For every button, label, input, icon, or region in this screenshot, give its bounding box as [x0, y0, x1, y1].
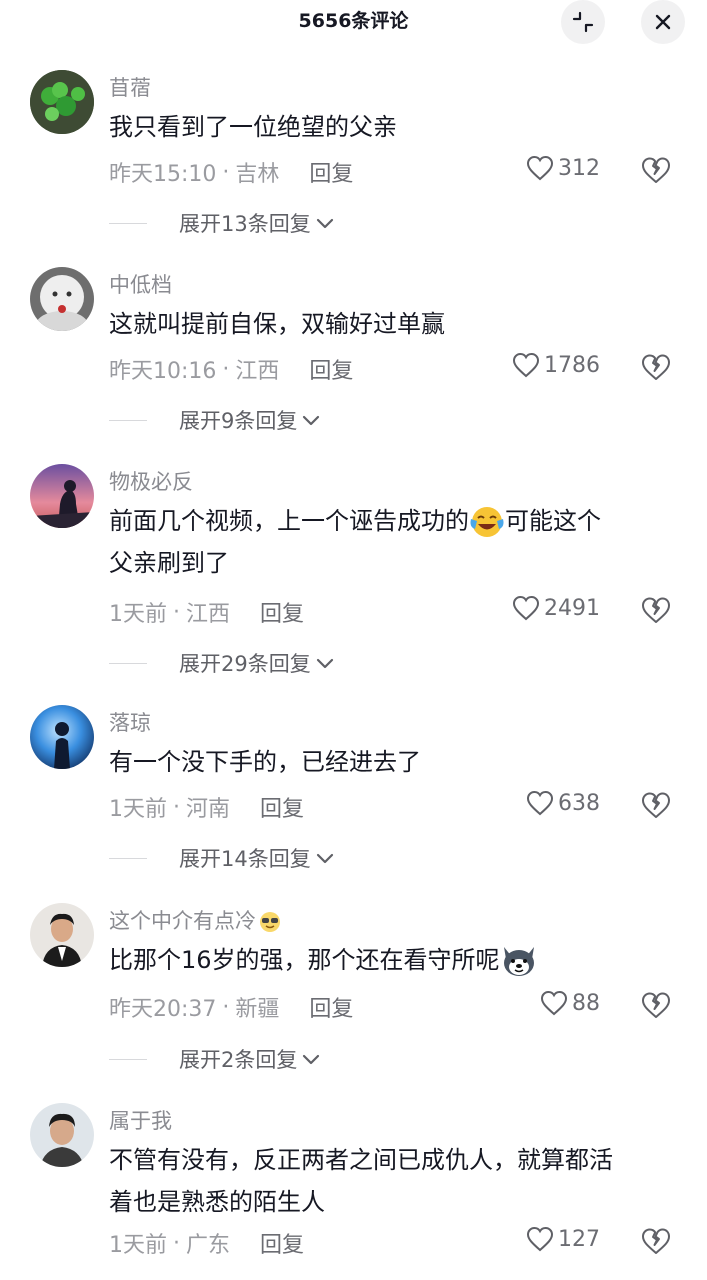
- heart-icon: [512, 595, 540, 621]
- heart-icon: [526, 1226, 554, 1252]
- avatar[interactable]: [30, 267, 94, 331]
- comments-header: 5656条评论: [0, 0, 707, 44]
- close-icon: [655, 14, 671, 30]
- username[interactable]: 物极必反: [109, 466, 193, 496]
- reply-button[interactable]: 回复: [309, 991, 353, 1023]
- like-button[interactable]: 2491: [512, 595, 600, 621]
- crying-laughing-emoji: [470, 507, 504, 537]
- collapse-button[interactable]: [561, 0, 605, 44]
- comment-text: 这就叫提前自保，双输好过单赢: [109, 310, 445, 338]
- comment-meta: 昨天15:10 · 吉林 回复: [109, 156, 353, 188]
- broken-heart-icon[interactable]: [641, 1226, 671, 1256]
- comment-meta: 1天前 · 河南 回复: [109, 791, 304, 823]
- comment-text: 不管有没有，反正两者之间已成仇人，就算都活 着也是熟悉的陌生人: [109, 1146, 613, 1216]
- avatar[interactable]: [30, 705, 94, 769]
- like-count: 2491: [544, 595, 600, 621]
- broken-heart-icon[interactable]: [641, 790, 671, 820]
- heart-icon: [540, 990, 568, 1016]
- comment-time: 1天前: [109, 797, 167, 822]
- heart-icon: [526, 155, 554, 181]
- comment-meta: 昨天20:37 · 新疆 回复: [109, 991, 353, 1023]
- comment-text: 比那个16岁的强，那个还在看守所呢: [109, 939, 689, 981]
- husky-dog-emoji: [503, 947, 534, 976]
- chevron-down-icon: [303, 1054, 320, 1065]
- username[interactable]: 中低档: [109, 269, 172, 299]
- like-count: 1786: [544, 352, 600, 378]
- comment-time: 1天前: [109, 602, 167, 627]
- comment-location: 广东: [186, 1233, 231, 1258]
- like-count: 127: [558, 1226, 600, 1252]
- comment-item: 物极必反 前面几个视频，上一个诬告成功的 可能这个 父亲刷到了 1天前 · 江西 …: [0, 464, 707, 676]
- like-button[interactable]: 1786: [512, 352, 600, 378]
- expand-replies-button[interactable]: 展开29条回复: [109, 648, 335, 678]
- reply-button[interactable]: 回复: [309, 353, 353, 385]
- comment-location: 江西: [235, 359, 280, 384]
- heart-icon: [526, 790, 554, 816]
- chevron-down-icon: [316, 218, 333, 229]
- reply-button[interactable]: 回复: [309, 156, 353, 188]
- broken-heart-icon[interactable]: [641, 155, 671, 185]
- broken-heart-icon[interactable]: [641, 352, 671, 382]
- comment-meta: 1天前 · 江西 回复: [109, 596, 304, 628]
- comment-location: 江西: [186, 602, 231, 627]
- comment-location: 吉林: [235, 162, 280, 187]
- avatar[interactable]: [30, 903, 94, 967]
- heart-icon: [512, 352, 540, 378]
- cool-sunglasses-emoji: [260, 912, 280, 932]
- comment-item: 这个中介有点冷 比那个16岁的强，那个还在看守所呢 昨天20:37 · 新疆 回…: [0, 903, 707, 1073]
- comment-item: 中低档 这就叫提前自保，双输好过单赢 昨天10:16 · 江西 回复 1786 …: [0, 267, 707, 437]
- expand-replies-label: 展开14条回复: [179, 847, 311, 871]
- broken-heart-icon[interactable]: [641, 990, 671, 1020]
- like-count: 312: [558, 155, 600, 181]
- comment-text: 有一个没下手的，已经进去了: [109, 748, 421, 776]
- username[interactable]: 属于我: [109, 1105, 172, 1135]
- expand-replies-label: 展开9条回复: [179, 409, 298, 433]
- comment-time: 昨天10:16: [109, 359, 217, 384]
- comment-meta: 昨天10:16 · 江西 回复: [109, 353, 353, 385]
- comment-time: 昨天15:10: [109, 162, 217, 187]
- comment-location: 新疆: [235, 997, 280, 1022]
- expand-replies-button[interactable]: 展开14条回复: [109, 843, 335, 873]
- comment-meta: 1天前 · 广东 回复: [109, 1227, 304, 1259]
- expand-replies-label: 展开2条回复: [179, 1048, 298, 1072]
- like-button[interactable]: 88: [540, 990, 600, 1016]
- avatar[interactable]: [30, 464, 94, 528]
- like-count: 638: [558, 790, 600, 816]
- reply-button[interactable]: 回复: [260, 596, 304, 628]
- reply-button[interactable]: 回复: [260, 1227, 304, 1259]
- comment-item: 苜蓿 我只看到了一位绝望的父亲 昨天15:10 · 吉林 回复 312 展开13…: [0, 70, 707, 240]
- username[interactable]: 苜蓿: [109, 72, 151, 102]
- chevron-down-icon: [316, 853, 333, 864]
- chevron-down-icon: [303, 415, 320, 426]
- comment-location: 河南: [186, 797, 231, 822]
- expand-replies-label: 展开13条回复: [179, 212, 311, 236]
- broken-heart-icon[interactable]: [641, 595, 671, 625]
- expand-replies-button[interactable]: 展开2条回复: [109, 1044, 321, 1074]
- like-button[interactable]: 127: [526, 1226, 600, 1252]
- expand-replies-button[interactable]: 展开9条回复: [109, 405, 321, 435]
- username[interactable]: 落琼: [109, 707, 151, 737]
- reply-button[interactable]: 回复: [260, 791, 304, 823]
- like-button[interactable]: 312: [526, 155, 600, 181]
- comment-time: 昨天20:37: [109, 997, 217, 1022]
- chevron-down-icon: [316, 658, 333, 669]
- comment-time: 1天前: [109, 1233, 167, 1258]
- username[interactable]: 这个中介有点冷: [109, 905, 282, 935]
- close-button[interactable]: [641, 0, 685, 44]
- expand-replies-button[interactable]: 展开13条回复: [109, 208, 335, 238]
- like-button[interactable]: 638: [526, 790, 600, 816]
- avatar[interactable]: [30, 70, 94, 134]
- comment-text: 我只看到了一位绝望的父亲: [109, 113, 397, 141]
- avatar[interactable]: [30, 1103, 94, 1167]
- comment-item: 落琼 有一个没下手的，已经进去了 1天前 · 河南 回复 638 展开14条回复: [0, 705, 707, 875]
- expand-replies-label: 展开29条回复: [179, 652, 311, 676]
- comment-item: 属于我 不管有没有，反正两者之间已成仇人，就算都活 着也是熟悉的陌生人 1天前 …: [0, 1103, 707, 1280]
- collapse-icon: [572, 11, 594, 33]
- like-count: 88: [572, 990, 600, 1016]
- comment-text: 前面几个视频，上一个诬告成功的 可能这个 父亲刷到了: [109, 507, 601, 577]
